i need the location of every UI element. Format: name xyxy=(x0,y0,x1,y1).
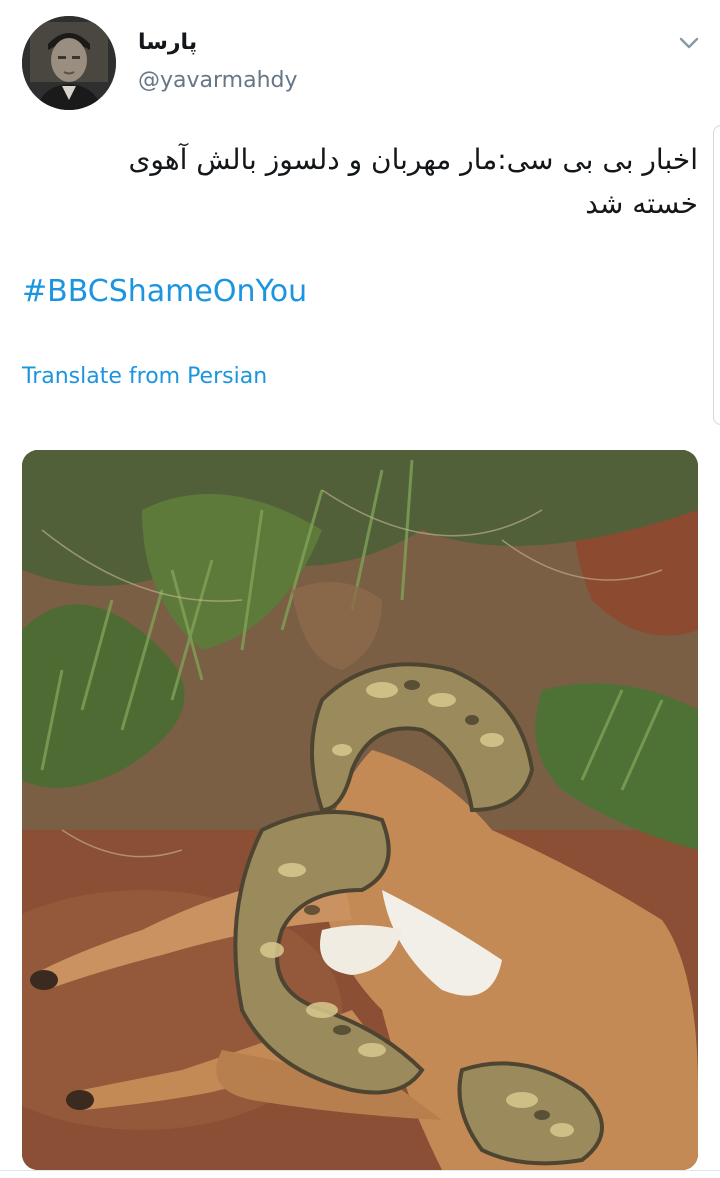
avatar[interactable] xyxy=(22,16,116,110)
divider xyxy=(0,1170,720,1171)
user-handle[interactable]: @yavarmahdy xyxy=(138,68,298,93)
chevron-down-icon[interactable] xyxy=(676,30,702,56)
tweet-text: اخبار بی بی سی:مار مهربان و دلسوز بالش آ… xyxy=(128,143,698,220)
hashtag-link[interactable]: #BBCShameOnYou xyxy=(22,274,307,309)
side-panel-edge xyxy=(713,125,720,425)
display-name[interactable]: پارسا xyxy=(138,30,197,55)
tweet-header: پارسا @yavarmahdy xyxy=(0,0,720,120)
translate-link[interactable]: Translate from Persian xyxy=(22,364,267,389)
tweet-photo[interactable] xyxy=(22,450,698,1170)
